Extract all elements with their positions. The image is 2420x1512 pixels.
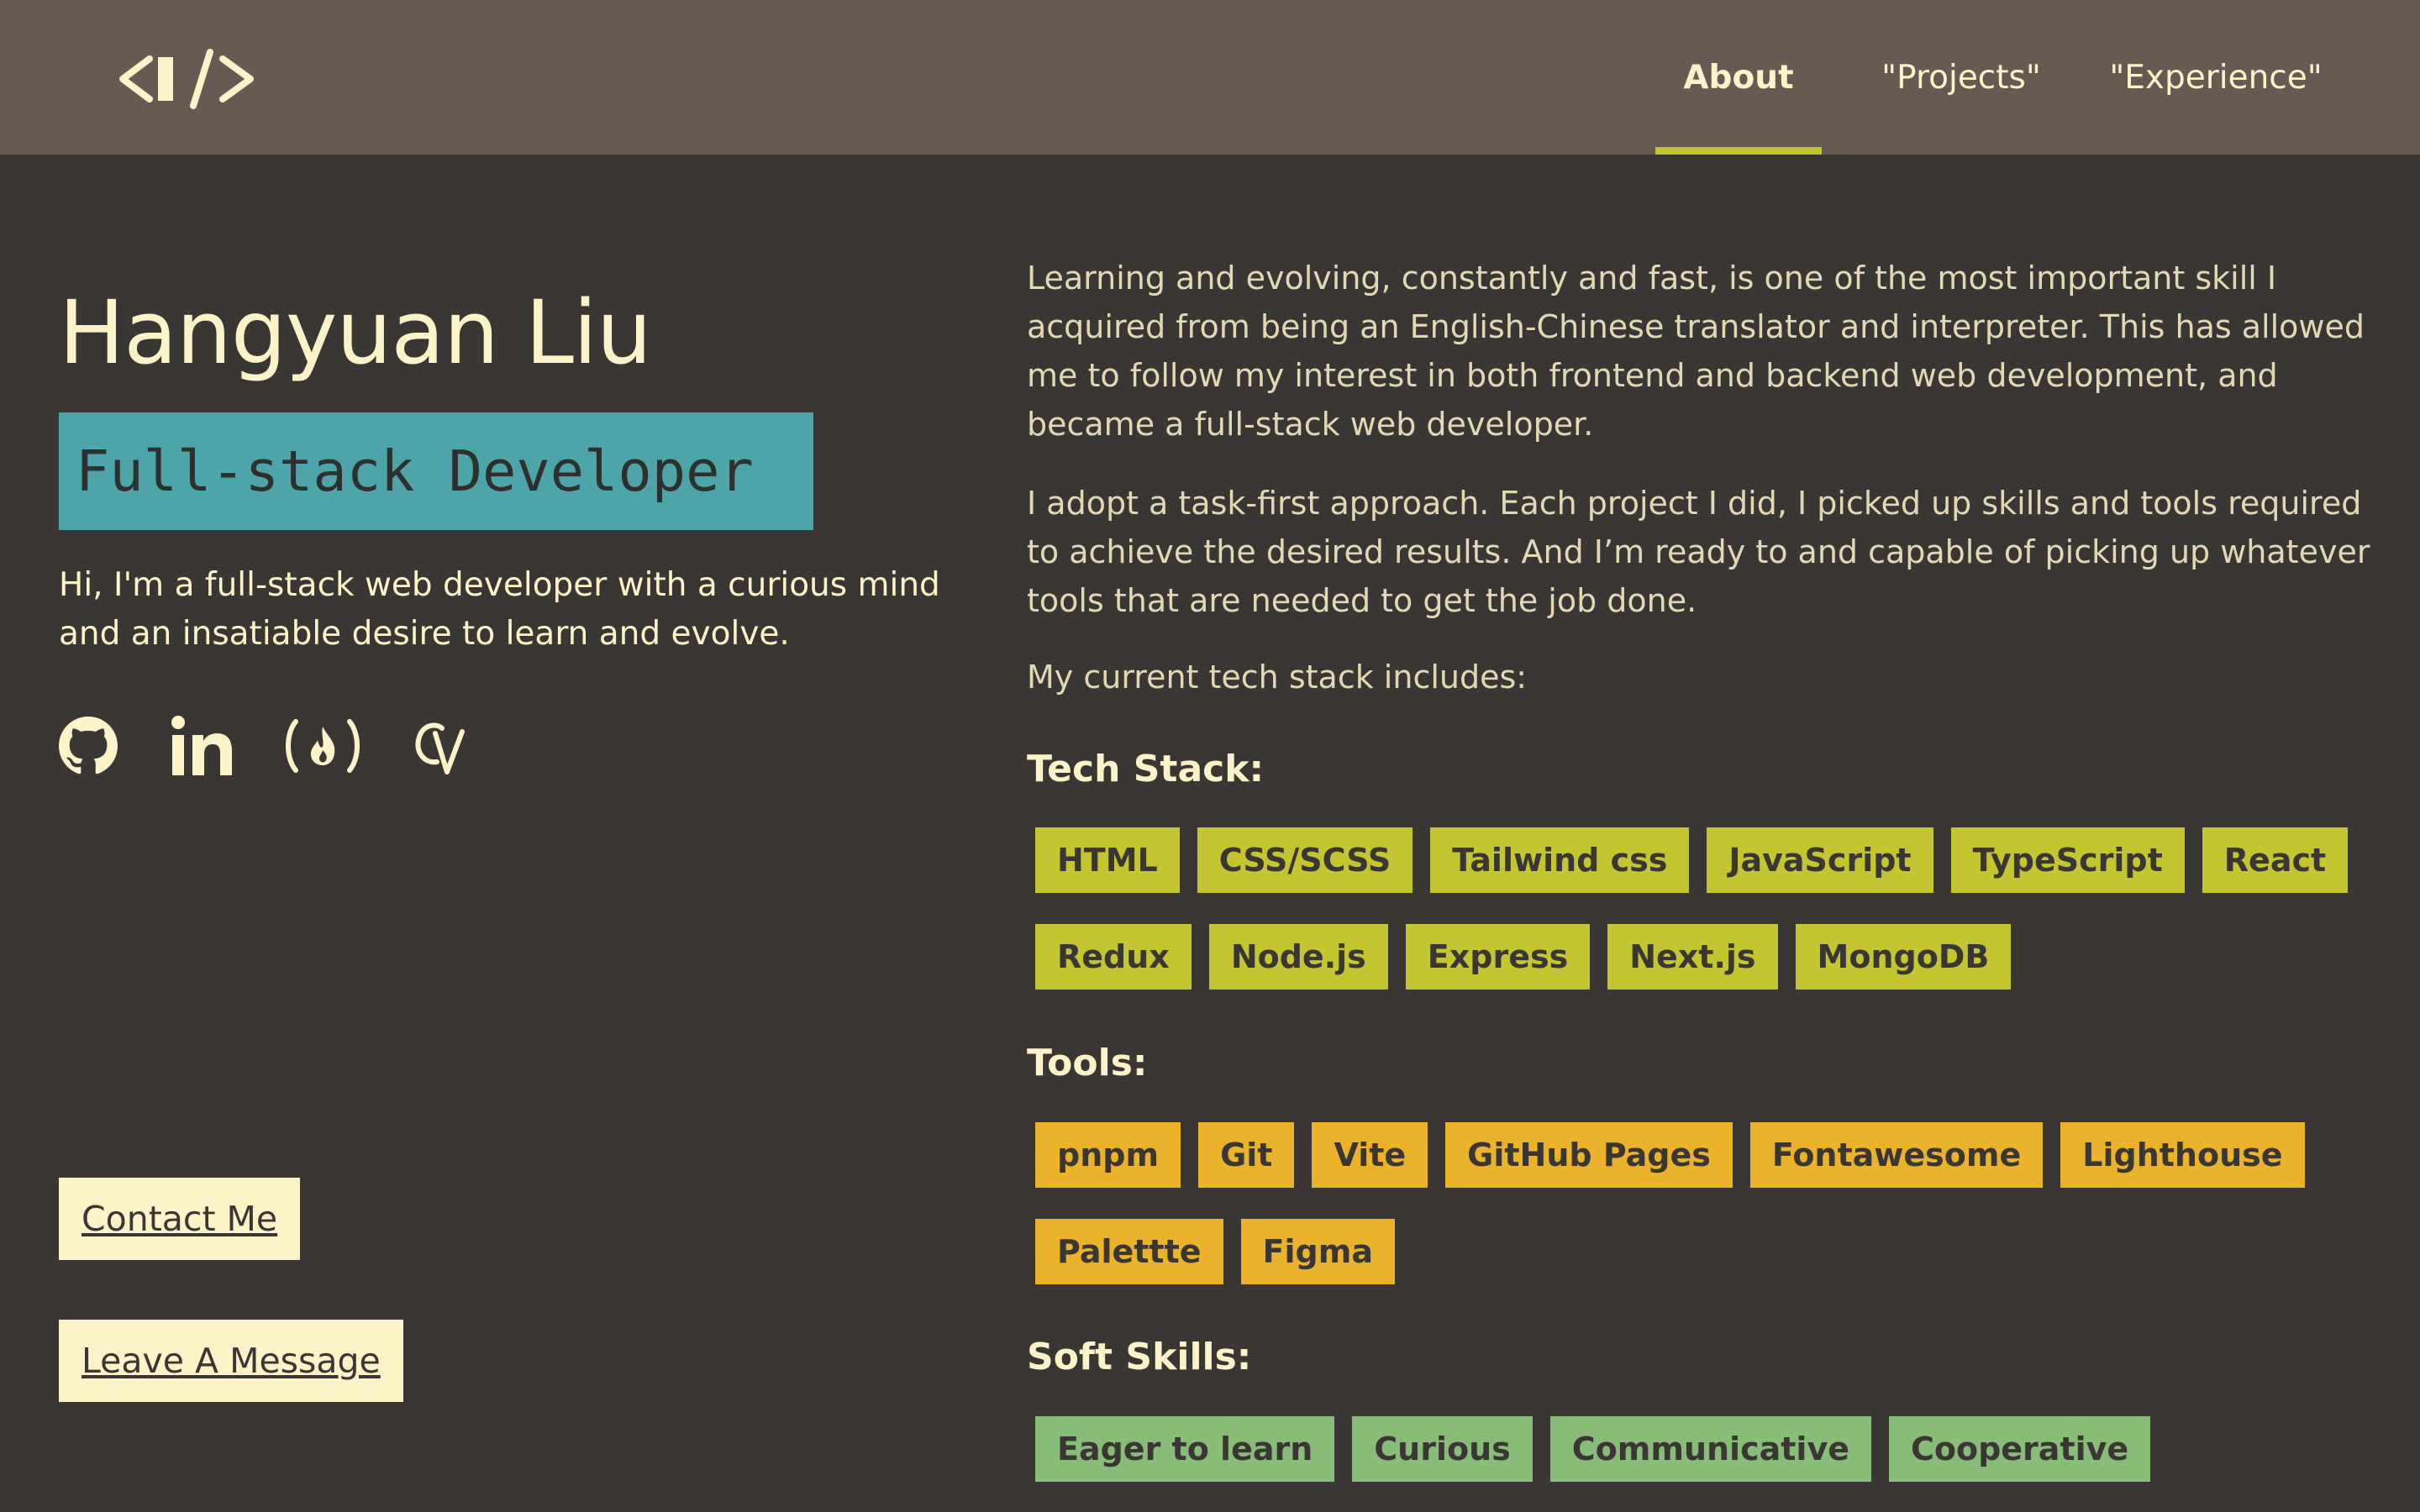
- tag-lighthouse: Lighthouse: [2060, 1122, 2305, 1188]
- nav-projects[interactable]: "Projects": [1869, 0, 2054, 155]
- site-header: About "Projects" "Experience": [0, 0, 2420, 155]
- cv-link[interactable]: [412, 712, 471, 780]
- about-paragraph-1: Learning and evolving, constantly and fa…: [1027, 260, 2365, 443]
- freecodecamp-link[interactable]: [282, 712, 363, 780]
- tag-palettte: Palettte: [1035, 1219, 1223, 1284]
- profile-name: Hangyuan Liu: [59, 281, 652, 384]
- tech-stack-row-1: HTML CSS/SCSS Tailwind css JavaScript Ty…: [1035, 827, 2349, 893]
- about-paragraph-2: I adopt a task-first approach. Each proj…: [1027, 485, 2370, 619]
- tag-cooperative: Cooperative: [1888, 1416, 2151, 1482]
- tech-stack-tags: HTML CSS/SCSS Tailwind css JavaScript Ty…: [1035, 827, 2349, 1021]
- tech-stack-row-2: Redux Node.js Express Next.js MongoDB: [1035, 924, 2346, 990]
- soft-skills-row-1: Eager to learn Curious Communicative Coo…: [1035, 1416, 2346, 1482]
- tag-curious: Curious: [1352, 1416, 1533, 1482]
- tag-pnpm: pnpm: [1035, 1122, 1181, 1188]
- nav-experience[interactable]: "Experience": [2102, 0, 2329, 155]
- tools-row-2: Palettte Figma: [1035, 1219, 2346, 1284]
- tag-nextjs: Next.js: [1607, 924, 1778, 990]
- nav-active-indicator: [1655, 147, 1822, 155]
- soft-skills-title: Soft Skills:: [1027, 1336, 1252, 1378]
- soft-skills-tags: Eager to learn Curious Communicative Coo…: [1035, 1416, 2346, 1512]
- tag-express: Express: [1405, 924, 1591, 990]
- tag-html: HTML: [1035, 827, 1180, 893]
- nav-about-label: About: [1683, 58, 1794, 97]
- linkedin-icon: [171, 716, 232, 775]
- tag-redux: Redux: [1035, 924, 1192, 990]
- tag-tailwind: Tailwind css: [1430, 827, 1690, 893]
- tag-javascript: JavaScript: [1707, 827, 1933, 893]
- github-icon: [59, 717, 118, 774]
- tag-css-scss: CSS/SCSS: [1197, 827, 1413, 893]
- code-logo-icon[interactable]: [118, 47, 260, 111]
- nav-about[interactable]: About: [1655, 0, 1822, 155]
- tag-github-pages: GitHub Pages: [1445, 1122, 1733, 1188]
- tools-title: Tools:: [1027, 1042, 1148, 1084]
- contact-me-button[interactable]: Contact Me: [59, 1178, 301, 1260]
- github-link[interactable]: [59, 712, 118, 780]
- tag-figma: Figma: [1240, 1219, 1395, 1284]
- tag-typescript: TypeScript: [1950, 827, 2185, 893]
- tag-mongodb: MongoDB: [1795, 924, 2012, 990]
- tag-eager-to-learn: Eager to learn: [1035, 1416, 1335, 1482]
- tag-communicative: Communicative: [1549, 1416, 1871, 1482]
- tech-stack-title: Tech Stack:: [1027, 748, 1265, 790]
- tag-vite: Vite: [1312, 1122, 1428, 1188]
- leave-message-button[interactable]: Leave A Message: [59, 1320, 403, 1402]
- about-paragraph-3: My current tech stack includes:: [1027, 659, 1528, 696]
- cv-icon: [415, 722, 465, 774]
- profile-role-badge: Full-stack Developer: [59, 412, 813, 530]
- nav-projects-label: "Projects": [1881, 58, 2041, 97]
- nav-experience-label: "Experience": [2109, 58, 2323, 97]
- tag-fontawesome: Fontawesome: [1749, 1122, 2044, 1188]
- tools-row-1: pnpm Git Vite GitHub Pages Fontawesome L…: [1035, 1122, 2346, 1188]
- tag-git: Git: [1198, 1122, 1295, 1188]
- tools-tags: pnpm Git Vite GitHub Pages Fontawesome L…: [1035, 1122, 2346, 1315]
- tag-nodejs: Node.js: [1208, 924, 1388, 990]
- freecodecamp-icon: [286, 719, 360, 773]
- profile-role: Full-stack Developer: [76, 438, 754, 504]
- linkedin-link[interactable]: [170, 712, 234, 780]
- tag-react: React: [2202, 827, 2349, 893]
- profile-intro: Hi, I'm a full-stack web developer with …: [59, 566, 940, 653]
